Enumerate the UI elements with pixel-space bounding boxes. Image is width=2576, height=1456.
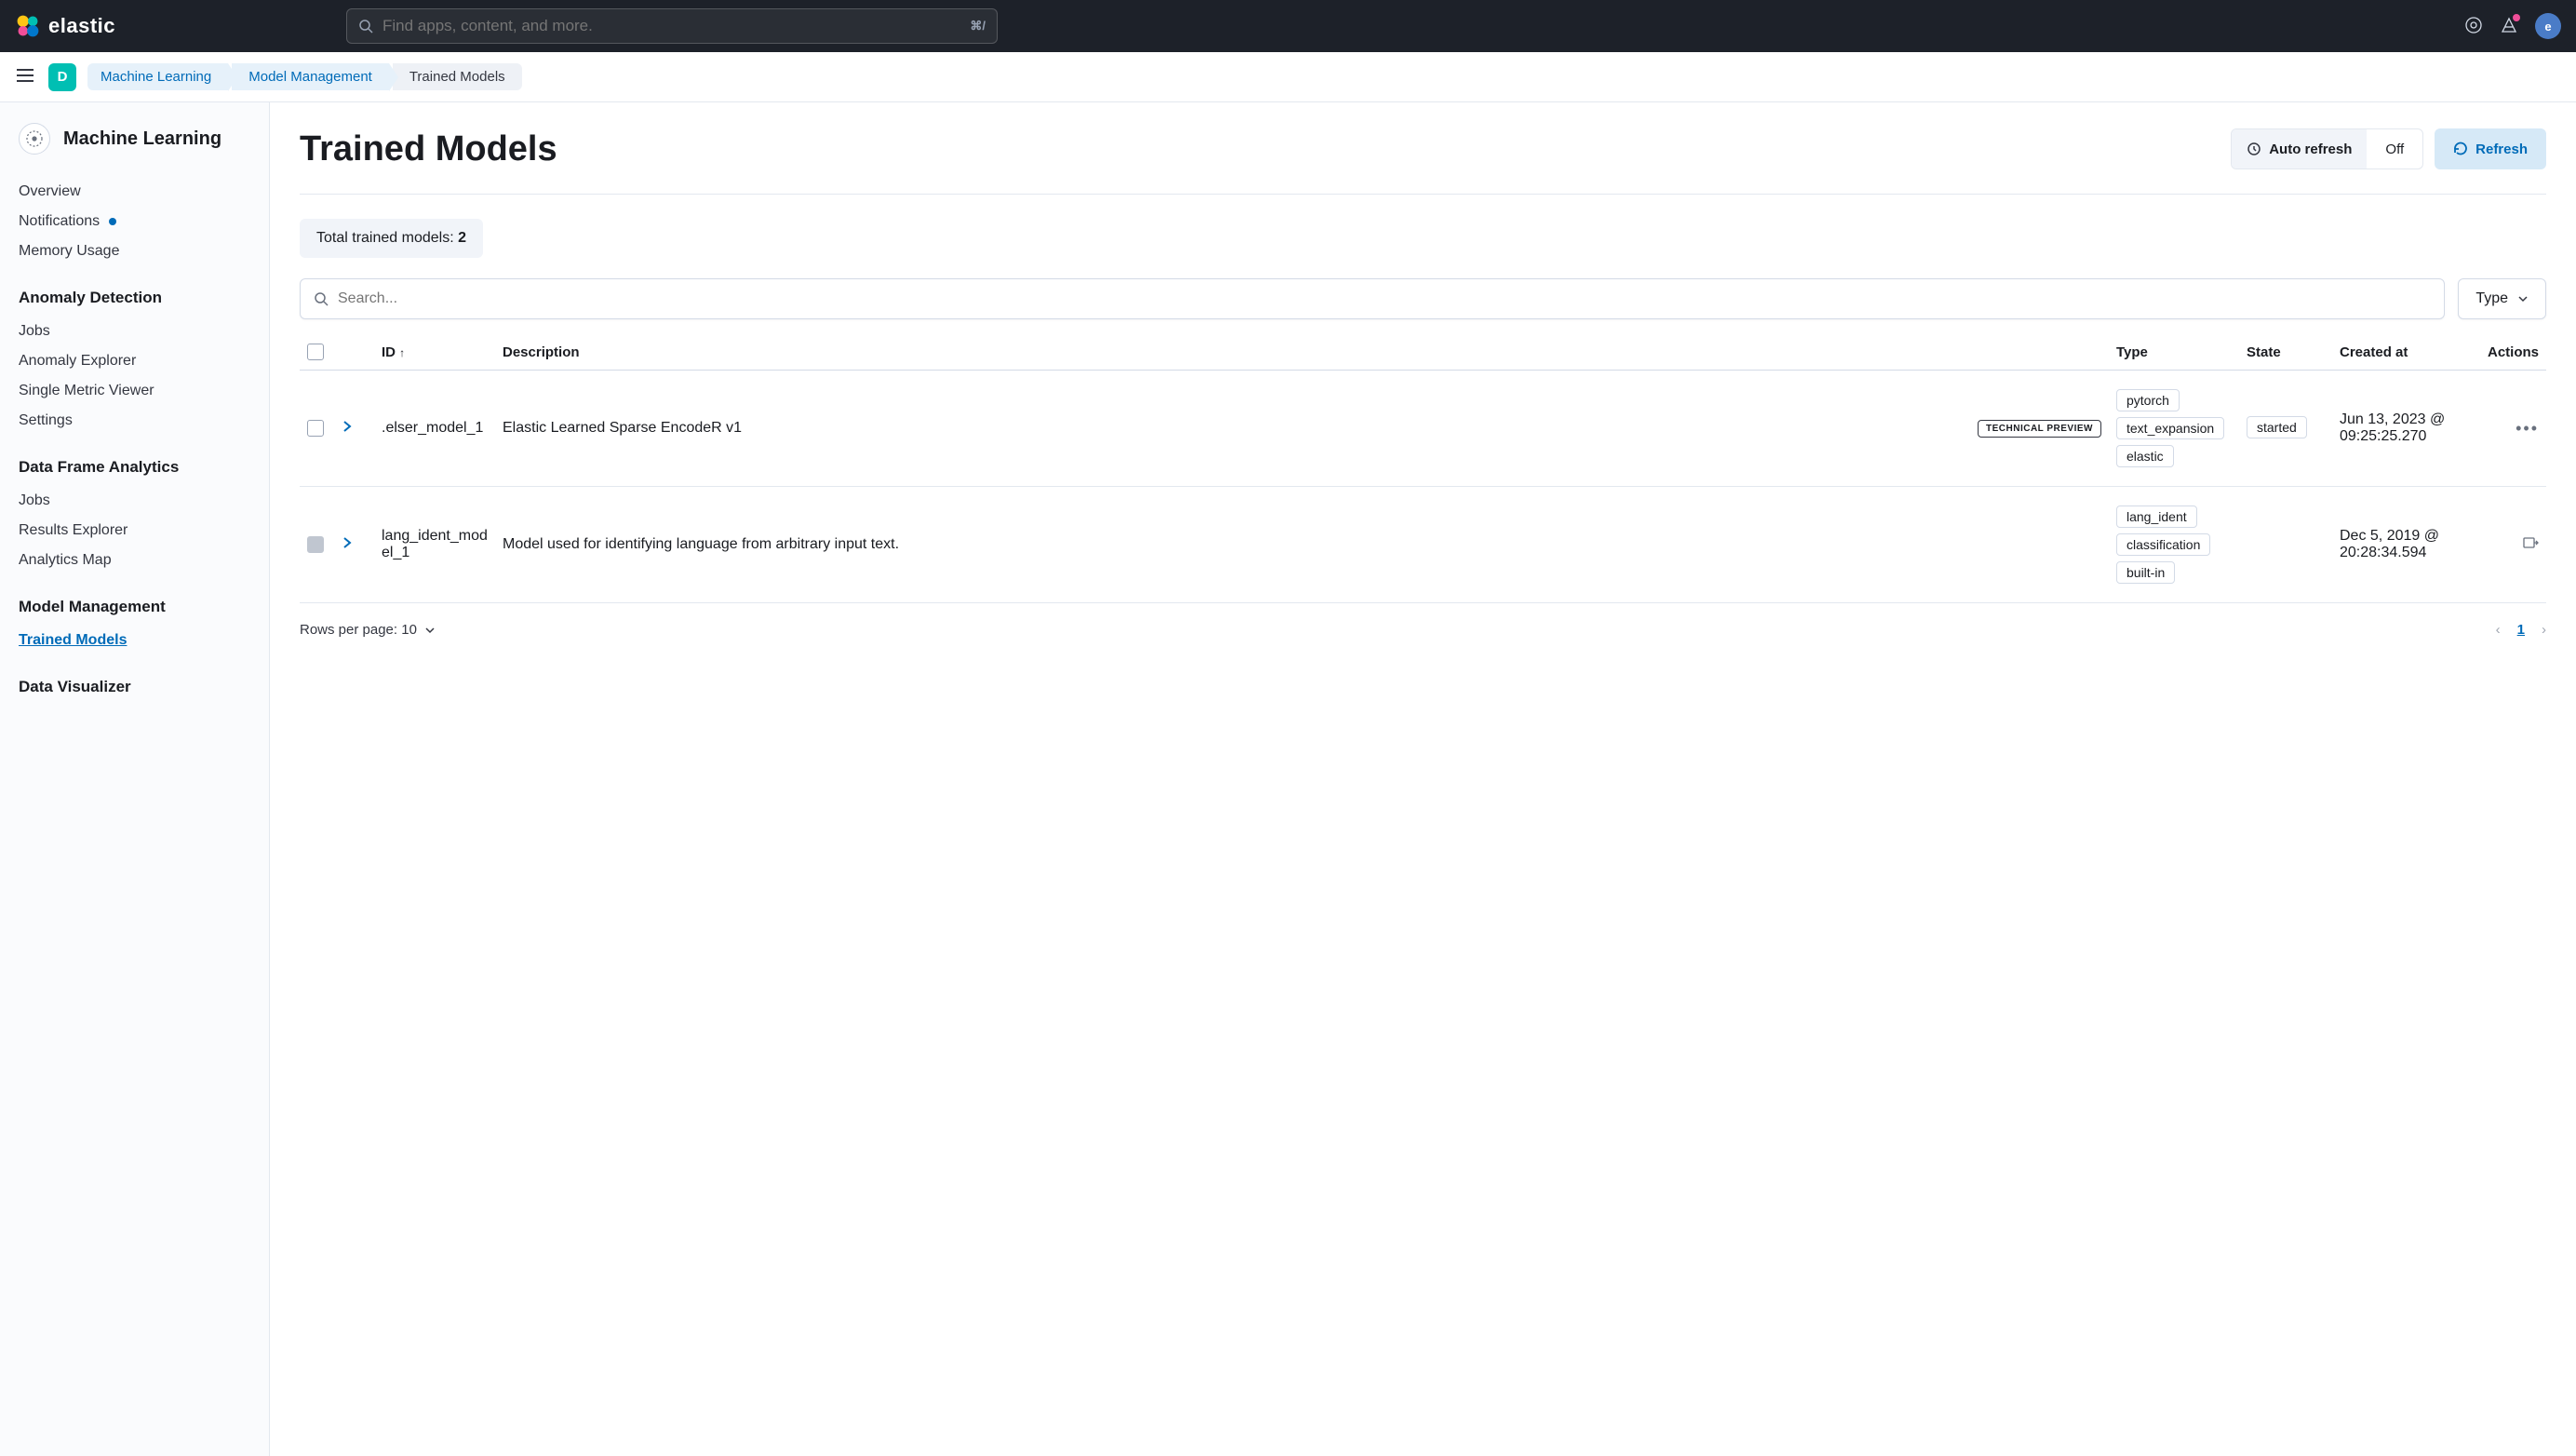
cell-actions <box>2472 487 2546 603</box>
total-count-badge: Total trained models: 2 <box>300 219 483 258</box>
section-anomaly: Anomaly Detection <box>19 289 250 307</box>
state-tag: started <box>2247 416 2307 438</box>
nav-anomaly-settings[interactable]: Settings <box>19 406 250 436</box>
type-filter-button[interactable]: Type <box>2458 278 2546 319</box>
table-search-input[interactable] <box>338 290 2431 307</box>
search-icon <box>314 291 329 306</box>
cell-created: Jun 13, 2023 @ 09:25:25.270 <box>2332 371 2472 487</box>
expand-row[interactable] <box>341 537 354 553</box>
sort-asc-icon: ↑ <box>399 346 405 359</box>
cell-state: started <box>2239 371 2332 487</box>
nav-overview[interactable]: Overview <box>19 177 250 207</box>
search-icon <box>358 19 373 34</box>
auto-refresh-control[interactable]: Auto refresh Off <box>2231 128 2423 169</box>
rows-per-page[interactable]: Rows per page: 10 <box>300 622 436 638</box>
sub-header: D Machine Learning Model Management Trai… <box>0 52 2576 102</box>
chevron-down-icon <box>2517 293 2529 304</box>
type-tag: built-in <box>2116 561 2175 584</box>
notification-dot <box>2513 14 2520 21</box>
nav-results-explorer[interactable]: Results Explorer <box>19 516 250 546</box>
col-actions: Actions <box>2472 334 2546 371</box>
nav-notifications[interactable]: Notifications <box>19 207 250 236</box>
type-tag: lang_ident <box>2116 506 2197 528</box>
help-icon[interactable] <box>2464 16 2483 37</box>
newsfeed-icon[interactable] <box>2500 16 2518 37</box>
nav-analytics-map[interactable]: Analytics Map <box>19 546 250 575</box>
refresh-icon <box>2453 142 2468 156</box>
global-search-input[interactable] <box>382 17 960 35</box>
auto-refresh-label: Auto refresh <box>2269 142 2352 157</box>
cell-types: lang_ident classification built-in <box>2109 487 2239 603</box>
top-bar: elastic ⌘/ e <box>0 0 2576 52</box>
cell-types: pytorch text_expansionelastic <box>2109 371 2239 487</box>
section-model-mgmt: Model Management <box>19 598 250 616</box>
brand-name: elastic <box>48 14 115 38</box>
elastic-logo-icon <box>15 13 41 39</box>
space-badge[interactable]: D <box>48 63 76 91</box>
row-checkbox[interactable] <box>307 420 324 437</box>
user-avatar[interactable]: e <box>2535 13 2561 39</box>
cell-id: lang_ident_model_1 <box>374 487 495 603</box>
table-row: lang_ident_model_1 Model used for identi… <box>300 487 2546 603</box>
breadcrumbs: Machine Learning Model Management Traine… <box>87 63 526 90</box>
col-id[interactable]: ID ↑ <box>374 334 495 371</box>
expand-row[interactable] <box>341 421 354 437</box>
row-actions-menu[interactable]: ••• <box>2516 419 2539 438</box>
cell-state <box>2239 487 2332 603</box>
cell-actions: ••• <box>2472 371 2546 487</box>
section-dfa: Data Frame Analytics <box>19 458 250 477</box>
col-description[interactable]: Description <box>495 334 2109 371</box>
table-row: .elser_model_1 Elastic Learned Sparse En… <box>300 371 2546 487</box>
type-tag: classification <box>2116 533 2210 556</box>
models-table: ID ↑ Description Type State Created at A… <box>300 334 2546 603</box>
type-tag: text_expansion <box>2116 417 2224 439</box>
sidebar: Machine Learning Overview Notifications … <box>0 102 270 1456</box>
select-all-checkbox[interactable] <box>307 344 324 360</box>
breadcrumb-model-mgmt[interactable]: Model Management <box>232 63 389 90</box>
col-created[interactable]: Created at <box>2332 334 2472 371</box>
breadcrumb-trained-models: Trained Models <box>393 63 522 90</box>
table-search[interactable] <box>300 278 2445 319</box>
deploy-icon[interactable] <box>2522 534 2539 551</box>
section-data-viz: Data Visualizer <box>19 678 250 696</box>
global-search[interactable]: ⌘/ <box>346 8 998 44</box>
col-type[interactable]: Type <box>2109 334 2239 371</box>
refresh-button[interactable]: Refresh <box>2435 128 2546 169</box>
pagination: ‹ 1 › <box>2496 622 2546 638</box>
brand-logo[interactable]: elastic <box>15 13 331 39</box>
type-tag: elastic <box>2116 445 2174 467</box>
prev-page[interactable]: ‹ <box>2496 622 2501 638</box>
notification-indicator <box>109 218 116 225</box>
sidebar-title: Machine Learning <box>63 128 221 150</box>
nav-trained-models[interactable]: Trained Models <box>19 626 250 655</box>
ml-app-icon <box>19 123 50 155</box>
cell-description: Elastic Learned Sparse EncodeR v1TECHNIC… <box>495 371 2109 487</box>
auto-refresh-value: Off <box>2367 129 2422 169</box>
menu-toggle-icon[interactable] <box>15 65 37 88</box>
page-title: Trained Models <box>300 129 557 169</box>
row-checkbox[interactable] <box>307 536 324 553</box>
technical-preview-badge: TECHNICAL PREVIEW <box>1978 420 2101 438</box>
current-page[interactable]: 1 <box>2517 622 2525 638</box>
nav-anomaly-explorer[interactable]: Anomaly Explorer <box>19 346 250 376</box>
type-tag: pytorch <box>2116 389 2180 411</box>
col-state[interactable]: State <box>2239 334 2332 371</box>
next-page[interactable]: › <box>2542 622 2546 638</box>
nav-dfa-jobs[interactable]: Jobs <box>19 486 250 516</box>
clock-icon <box>2247 142 2261 156</box>
cell-created: Dec 5, 2019 @ 20:28:34.594 <box>2332 487 2472 603</box>
nav-anomaly-jobs[interactable]: Jobs <box>19 317 250 346</box>
cell-description: Model used for identifying language from… <box>495 487 2109 603</box>
main-content: Trained Models Auto refresh Off Refresh … <box>270 102 2576 1456</box>
nav-memory-usage[interactable]: Memory Usage <box>19 236 250 266</box>
chevron-down-icon <box>424 625 436 636</box>
breadcrumb-ml[interactable]: Machine Learning <box>87 63 228 90</box>
nav-single-metric[interactable]: Single Metric Viewer <box>19 376 250 406</box>
search-shortcut: ⌘/ <box>970 19 986 34</box>
cell-id: .elser_model_1 <box>374 371 495 487</box>
